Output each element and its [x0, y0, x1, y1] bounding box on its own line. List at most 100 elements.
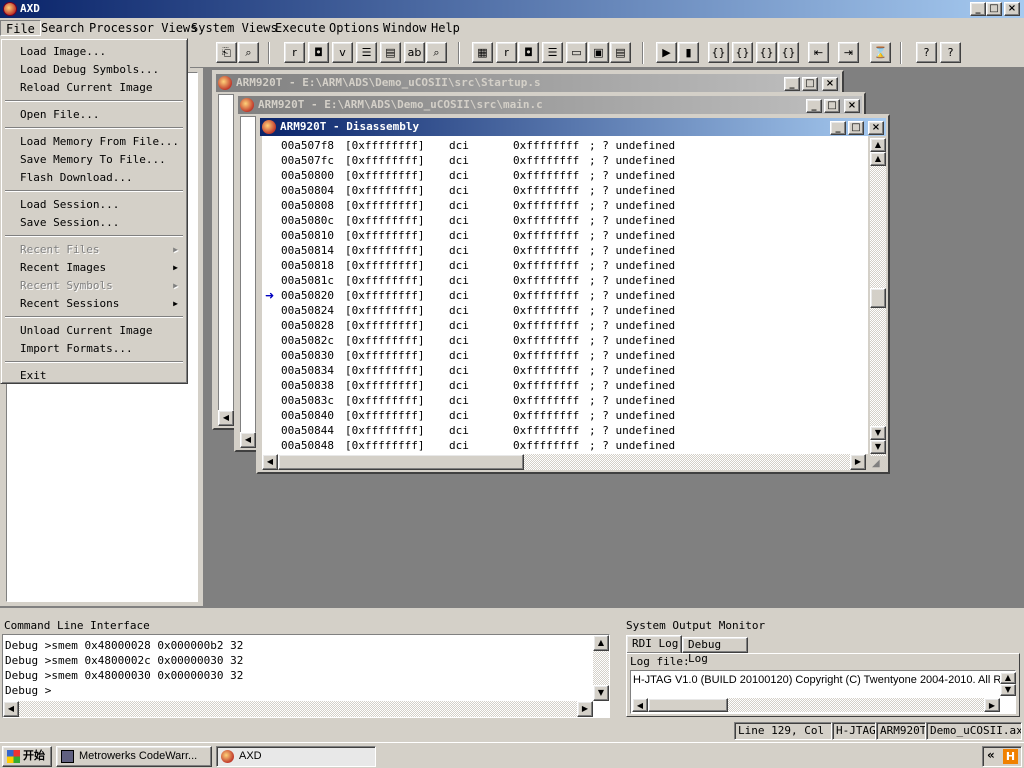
tab-debug-log[interactable]: Debug Log [682, 637, 748, 665]
source-icon[interactable]: ▤ [610, 42, 631, 63]
disassembly-row[interactable]: 00a5081c [0xffffffff] dci 0xffffffff ; ? und… [262, 273, 862, 288]
file-menu-item-unload-current-image[interactable]: Unload Current Image [4, 322, 184, 340]
task-codewarrior[interactable]: Metrowerks CodeWarr... [56, 746, 212, 767]
file-menu-item-recent-sessions[interactable]: Recent Sessions ▶ [4, 295, 184, 313]
main-scroll-left[interactable]: ◀ [240, 432, 256, 448]
cli-scroll-down-button[interactable]: ▼ [593, 685, 609, 701]
hjtag-tray-icon[interactable]: H [1003, 749, 1018, 764]
menu-help[interactable]: Help [426, 20, 465, 36]
vertical-scroll-thumb[interactable] [870, 288, 886, 308]
cli-scroll-left-button[interactable]: ◀ [3, 701, 19, 717]
file-menu-item-load-session[interactable]: Load Session... [4, 196, 184, 214]
system-variables-icon[interactable]: ☰ [542, 42, 563, 63]
cli-prompt[interactable]: Debug > [5, 684, 51, 697]
output-icon[interactable]: ▣ [588, 42, 609, 63]
help-icon[interactable]: ? [916, 42, 937, 63]
disassembly-row[interactable]: 00a50828 [0xffffffff] dci 0xffffffff ; ? und… [262, 318, 862, 333]
menu-search[interactable]: Search [36, 20, 89, 36]
menu-execute[interactable]: Execute [270, 20, 331, 36]
startup-maximize-button[interactable]: □ [802, 77, 818, 91]
cli-horizontal-scrollbar[interactable] [3, 701, 593, 717]
disassembly-close-button[interactable]: × [868, 121, 884, 135]
file-menu-item-load-debug-symbols[interactable]: Load Debug Symbols... [4, 61, 184, 79]
file-menu-item-exit[interactable]: Exit [4, 367, 184, 385]
file-menu-item-save-session[interactable]: Save Session... [4, 214, 184, 232]
step-in-icon[interactable]: {} [708, 42, 729, 63]
toggle-watchpoint-icon[interactable]: ⇥ [838, 42, 859, 63]
search-memory-icon[interactable]: ⌕ [426, 42, 447, 63]
disassembly-row[interactable]: 00a50804 [0xffffffff] dci 0xffffffff ; ? und… [262, 183, 862, 198]
app-title-bar[interactable]: AXD _ □ × [0, 0, 1024, 18]
minimize-button[interactable]: _ [970, 2, 986, 16]
file-menu-item-recent-symbols[interactable]: Recent Symbols ▶ [4, 277, 184, 295]
disassembly-row[interactable]: 00a50818 [0xffffffff] dci 0xffffffff ; ? und… [262, 258, 862, 273]
memory-icon[interactable]: ▤ [380, 42, 401, 63]
disassembly-row[interactable]: 00a50808 [0xffffffff] dci 0xffffffff ; ? und… [262, 198, 862, 213]
disassembly-row[interactable]: 00a50840 [0xffffffff] dci 0xffffffff ; ? und… [262, 408, 862, 423]
step-icon[interactable]: {} [732, 42, 753, 63]
go-icon[interactable]: ▶ [656, 42, 677, 63]
task-axd[interactable]: AXD [216, 746, 376, 767]
scroll-down-double-button[interactable]: ▼ [870, 440, 886, 454]
scroll-left-button[interactable]: ◀ [262, 454, 278, 470]
tray-chevron-icon[interactable]: « [987, 748, 995, 762]
file-menu-item-save-memory-to-file[interactable]: Save Memory To File... [4, 151, 184, 169]
menu-file[interactable]: File [0, 20, 41, 36]
horizontal-scroll-thumb[interactable] [278, 454, 524, 470]
close-button[interactable]: × [1004, 2, 1020, 16]
disassembly-row[interactable]: 00a507fc [0xffffffff] dci 0xffffffff ; ? und… [262, 153, 862, 168]
start-button[interactable]: 开始 [2, 746, 52, 767]
file-menu-item-load-memory-from-file[interactable]: Load Memory From File... [4, 133, 184, 151]
disassembly-row[interactable]: 00a50824 [0xffffffff] dci 0xffffffff ; ? und… [262, 303, 862, 318]
main-minimize-button[interactable]: _ [806, 99, 822, 113]
maximize-button[interactable]: □ [986, 2, 1002, 16]
disassembly-row[interactable]: 00a5083c [0xffffffff] dci 0xffffffff ; ? und… [262, 393, 862, 408]
scroll-up-double-button[interactable]: ▲ [870, 138, 886, 152]
log-scroll-left-button[interactable]: ◀ [632, 698, 648, 712]
main-window-title-bar[interactable]: ARM920T - E:\ARM\ADS\Demo_uCOSII\src\mai… [238, 96, 862, 114]
disassembly-row[interactable]: 00a50844 [0xffffffff] dci 0xffffffff ; ? und… [262, 423, 862, 438]
file-menu-item-recent-files[interactable]: Recent Files ▶ [4, 241, 184, 259]
menu-system-views[interactable]: System Views [186, 20, 283, 36]
disassembly-row[interactable]: 00a50838 [0xffffffff] dci 0xffffffff ; ? und… [262, 378, 862, 393]
disassembly-row[interactable]: 00a50814 [0xffffffff] dci 0xffffffff ; ? und… [262, 243, 862, 258]
registers-icon[interactable]: r [284, 42, 305, 63]
step-out-icon[interactable]: {} [756, 42, 777, 63]
log-scroll-thumb[interactable] [648, 698, 728, 712]
scroll-right-button[interactable]: ▶ [850, 454, 866, 470]
disassembly-row[interactable]: 00a5080c [0xffffffff] dci 0xffffffff ; ? und… [262, 213, 862, 228]
menu-options[interactable]: Options [324, 20, 385, 36]
load-image-icon[interactable]: ⎗ [216, 42, 237, 63]
disassembly-window-title-bar[interactable]: ARM920T - Disassembly _ □ × [260, 118, 886, 136]
startup-window-title-bar[interactable]: ARM920T - E:\ARM\ADS\Demo_uCOSII\src\Sta… [216, 74, 840, 92]
startup-scroll-left[interactable]: ◀ [218, 410, 234, 426]
file-menu-item-recent-images[interactable]: Recent Images ▶ [4, 259, 184, 277]
file-menu-item-reload-current-image[interactable]: Reload Current Image [4, 79, 184, 97]
disassembly-maximize-button[interactable]: □ [848, 121, 864, 135]
file-menu-item-flash-download[interactable]: Flash Download... [4, 169, 184, 187]
disassembly-row[interactable]: 00a50800 [0xffffffff] dci 0xffffffff ; ? und… [262, 168, 862, 183]
backtrace-icon[interactable]: ☰ [356, 42, 377, 63]
run-to-cursor-icon[interactable]: {} [778, 42, 799, 63]
disassembly-minimize-button[interactable]: _ [830, 121, 846, 135]
startup-close-button[interactable]: × [822, 77, 838, 91]
main-maximize-button[interactable]: □ [824, 99, 840, 113]
file-menu-item-open-file[interactable]: Open File... [4, 106, 184, 124]
toggle-breakpoint-icon[interactable]: ⇤ [808, 42, 829, 63]
console-icon[interactable]: ▭ [566, 42, 587, 63]
disassembly-icon[interactable]: ab [404, 42, 425, 63]
stop-icon[interactable]: ▮ [678, 42, 699, 63]
scroll-down-button[interactable]: ▼ [870, 426, 886, 440]
find-icon[interactable]: ⌕ [238, 42, 259, 63]
menu-window[interactable]: Window [378, 20, 431, 36]
log-scroll-down-button[interactable]: ▼ [1000, 684, 1016, 696]
system-watch-icon[interactable]: ◘ [518, 42, 539, 63]
startup-minimize-button[interactable]: _ [784, 77, 800, 91]
disassembly-row[interactable]: 00a50848 [0xffffffff] dci 0xffffffff ; ? und… [262, 438, 862, 453]
watch-icon[interactable]: ◘ [308, 42, 329, 63]
file-menu-item-import-formats[interactable]: Import Formats... [4, 340, 184, 358]
cli-scroll-right-button[interactable]: ▶ [577, 701, 593, 717]
main-close-button[interactable]: × [844, 99, 860, 113]
command-line-console[interactable]: Debug >smem 0x48000028 0x000000b2 32 Deb… [2, 634, 610, 718]
hourglass-icon[interactable]: ⌛ [870, 42, 891, 63]
